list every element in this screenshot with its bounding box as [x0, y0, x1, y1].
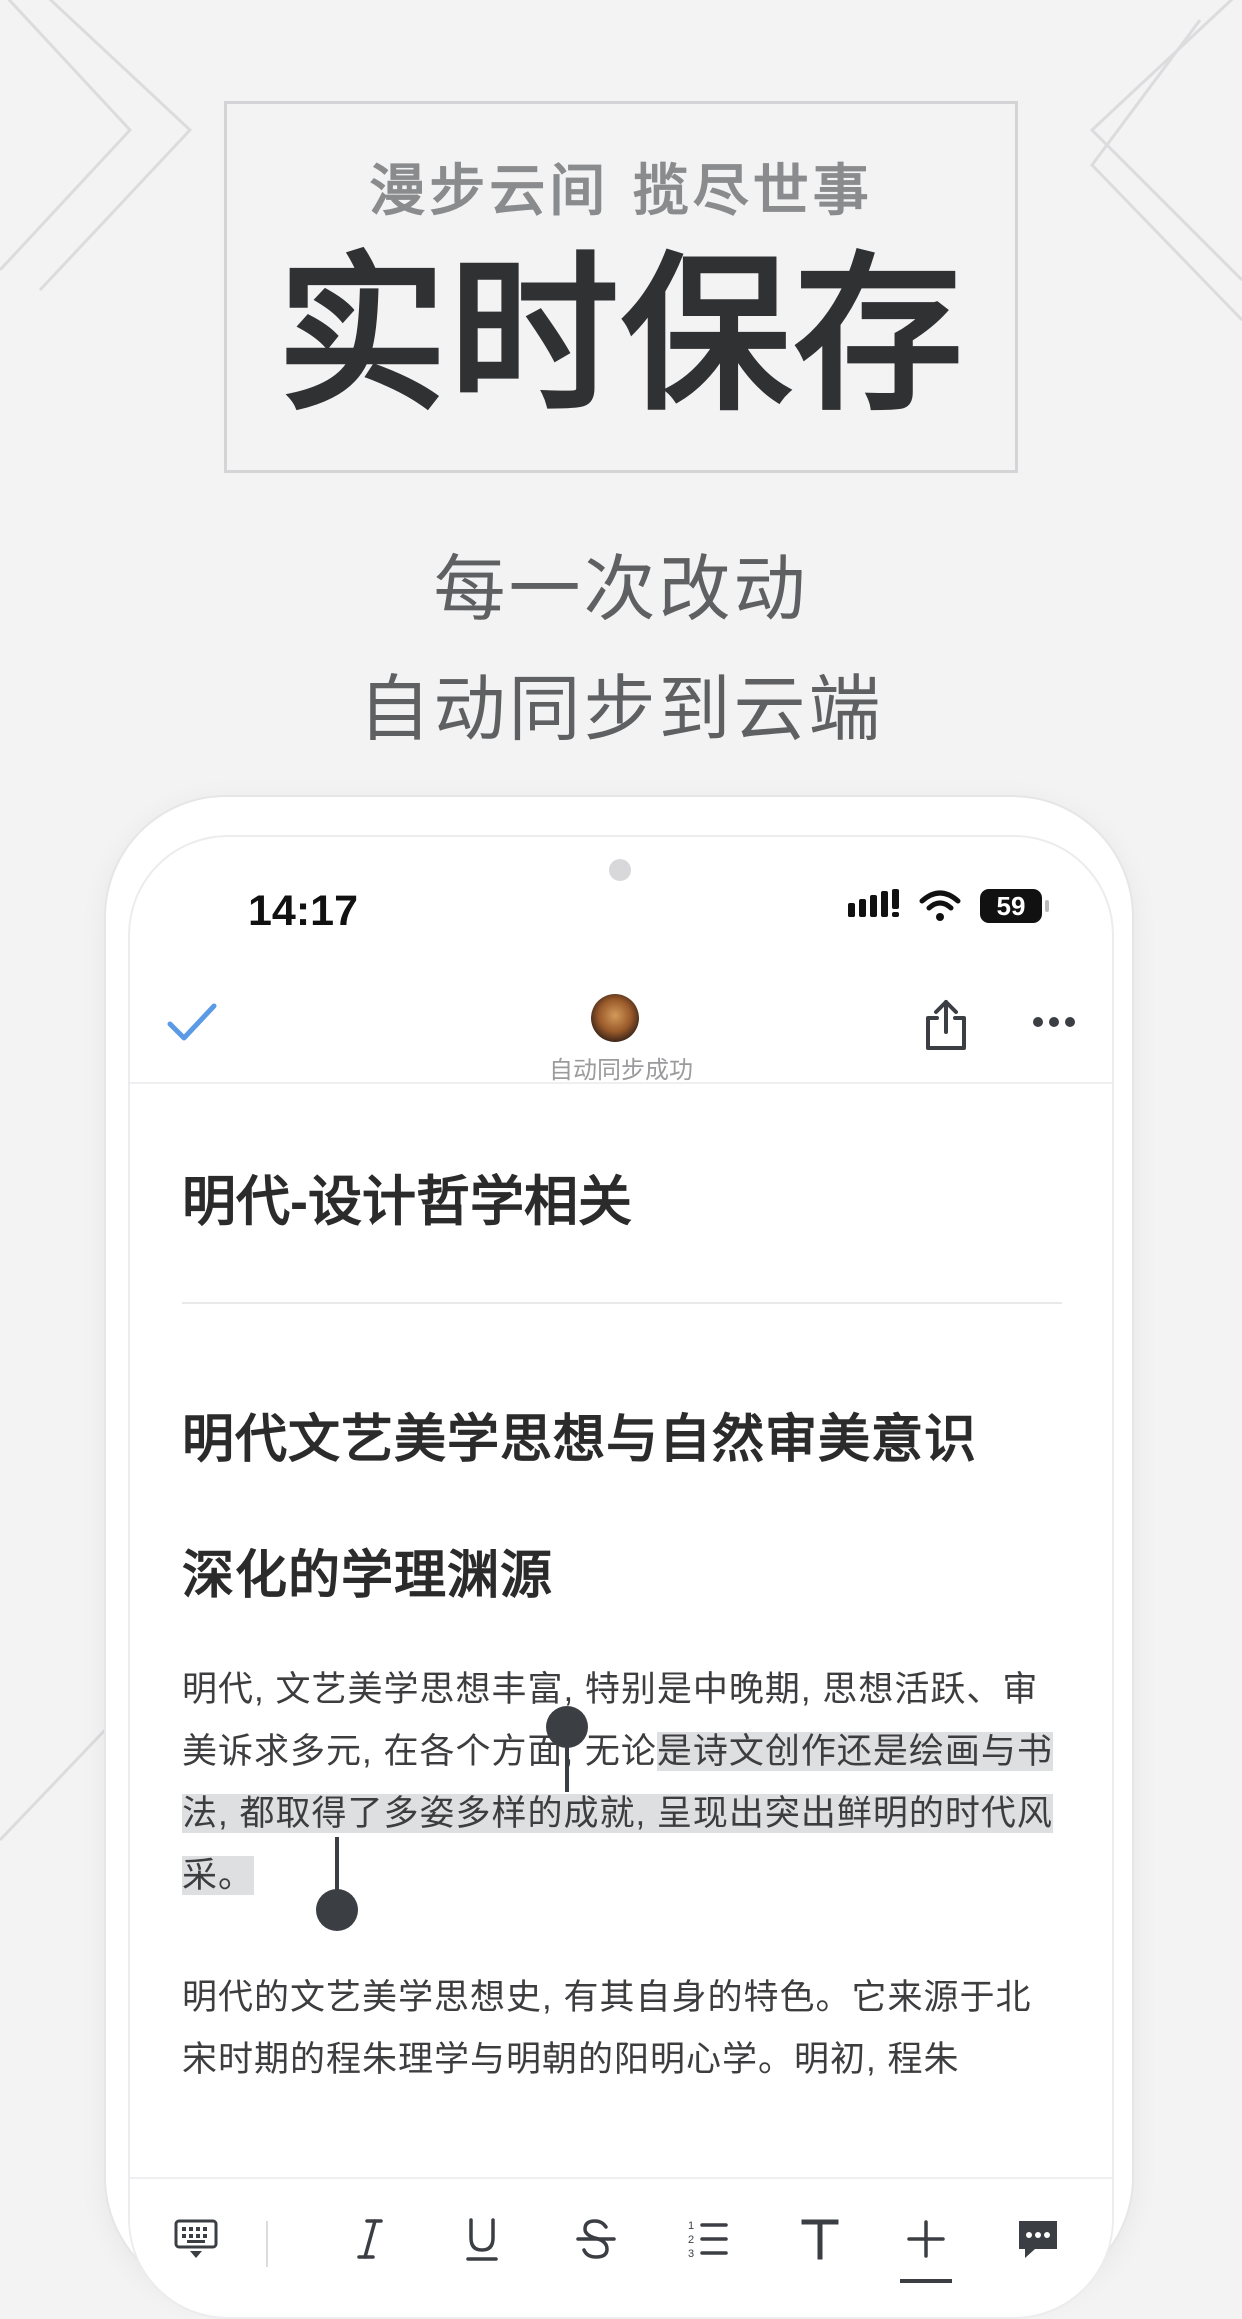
hero-frame: 漫步云间 揽尽世事 实时保存: [224, 101, 1018, 473]
status-icons: 59: [848, 889, 1049, 923]
hero-title: 实时保存: [276, 235, 965, 435]
toolbar-separator: [266, 2221, 268, 2267]
user-avatar[interactable]: [591, 994, 639, 1042]
italic-button[interactable]: [340, 2211, 400, 2267]
editor-topbar: 自动同步成功: [130, 962, 1112, 1084]
sync-status: 自动同步成功: [549, 1057, 693, 1084]
numbered-list-icon: 1 2 3: [688, 2220, 728, 2260]
svg-text:2: 2: [688, 2234, 694, 2246]
more-options-icon[interactable]: [1032, 1016, 1076, 1028]
section-heading-line1[interactable]: 明代文艺美学思想与自然审美意识: [182, 1397, 977, 1472]
phone-frame: 14:17 59 自动同步成功 明代-设计哲学相关 明代文艺美学思想与自然审美意…: [106, 797, 1132, 2319]
hero-tagline: 漫步云间 揽尽世事: [369, 158, 873, 224]
selection-start-bar: [565, 1732, 569, 1792]
text-style-button[interactable]: [790, 2211, 850, 2267]
paragraph-2[interactable]: 明代的文艺美学思想史, 有其自身的特色。它来源于北宋时期的程朱理学与明朝的阳明心…: [182, 1967, 1062, 2091]
title-divider: [182, 1302, 1062, 1304]
underline-icon: [466, 2218, 498, 2261]
italic-icon: [357, 2219, 383, 2259]
keyboard-icon: [174, 2219, 218, 2258]
cellular-signal-icon: [848, 889, 899, 917]
section-heading-line2[interactable]: 深化的学理渊源: [182, 1533, 553, 1608]
document-title[interactable]: 明代-设计哲学相关: [182, 1157, 632, 1236]
svg-text:3: 3: [688, 2248, 694, 2260]
insert-icon: [907, 2220, 945, 2258]
hero-subtitle-line2: 自动同步到云端: [358, 670, 884, 750]
insert-active-indicator: [900, 2279, 952, 2283]
done-check-icon[interactable]: [166, 1000, 218, 1044]
insert-button[interactable]: [896, 2211, 956, 2267]
paragraph-1[interactable]: 明代, 文艺美学思想丰富, 特别是中晚期, 思想活跃、审美诉求多元, 在各个方面…: [182, 1659, 1062, 1907]
share-icon[interactable]: [924, 998, 968, 1052]
battery-indicator: 59: [980, 889, 1049, 923]
comment-icon: [1019, 2221, 1057, 2258]
text-style-icon: [801, 2219, 839, 2260]
comment-button[interactable]: [1008, 2211, 1068, 2267]
selection-end-handle[interactable]: [316, 1889, 358, 1931]
status-time: 14:17: [248, 887, 358, 935]
keyboard-toggle-button[interactable]: [166, 2211, 226, 2267]
underline-button[interactable]: [452, 2211, 512, 2267]
selection-end-bar: [335, 1837, 339, 1895]
svg-text:1: 1: [688, 2220, 694, 2232]
numbered-list-button[interactable]: 1 2 3: [678, 2211, 738, 2267]
app-screen: 14:17 59 自动同步成功 明代-设计哲学相关 明代文艺美学思想与自然审美意…: [128, 835, 1114, 2319]
strikethrough-button[interactable]: [566, 2211, 626, 2267]
strikethrough-icon: [576, 2219, 616, 2259]
wifi-icon: [919, 890, 961, 921]
front-camera: [609, 859, 631, 881]
format-toolbar: 1 2 3: [130, 2177, 1112, 2309]
hero-subtitle-line1: 每一次改动: [433, 550, 809, 630]
